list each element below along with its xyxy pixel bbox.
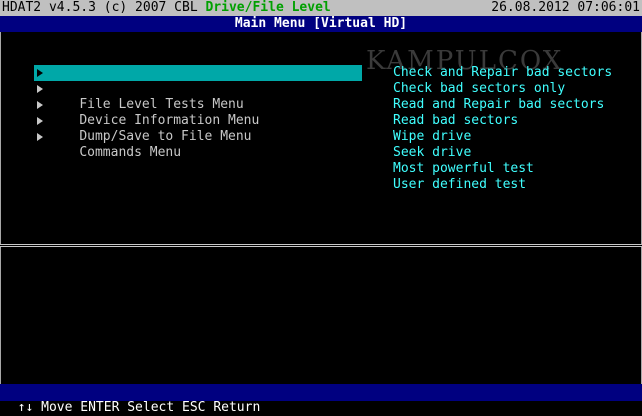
triangle-right-icon [37,117,43,125]
list-item: Most powerful test [393,161,534,176]
menu-title: Main Menu [Virtual HD] [234,16,408,31]
key-hints: ↑↓ Move ENTER Select ESC Return [17,400,261,415]
menu-item-dump-save[interactable]: Dump/Save to File Menu [34,113,362,144]
list-item: Read and Repair bad sectors [393,97,605,112]
triangle-right-icon [37,101,43,109]
list-item: User defined test [393,177,527,192]
menu-item-device-information[interactable]: Device Information Menu [34,97,362,128]
list-item: Seek drive [393,145,472,160]
title-bar: HDAT2 v4.5.3 (c) 2007 CBL Drive/File Lev… [0,0,642,16]
status-bar: ↑↓ Move ENTER Select ESC Return [0,384,642,415]
app-title: HDAT2 v4.5.3 (c) 2007 CBL Drive/File Lev… [2,0,331,16]
main-menu-list: Drive Level Tests Menu File Level Tests … [34,65,362,160]
datetime: 26.08.2012 07:06:01 [491,0,640,15]
mode-label: Drive/File Level [205,0,331,15]
app-version: HDAT2 v4.5.3 (c) 2007 CBL [2,0,206,15]
menu-item-label: Commands Menu [79,145,182,160]
triangle-right-icon [37,69,43,77]
triangle-right-icon [37,133,43,141]
menu-item-commands[interactable]: Commands Menu [34,129,362,160]
submenu-preview-list: Check and Repair bad sectors Check bad s… [393,65,612,193]
menu-item-file-level-tests[interactable]: File Level Tests Menu [34,81,362,112]
menu-item-drive-level-tests[interactable]: Drive Level Tests Menu [34,65,362,96]
list-item: Check bad sectors only [393,81,566,96]
info-panel [0,247,642,384]
list-item: Wipe drive [393,129,472,144]
list-item: Check and Repair bad sectors [393,65,613,80]
list-item: Read bad sectors [393,113,519,128]
menu-title-bar: Main Menu [Virtual HD] [0,16,642,32]
triangle-right-icon [37,85,43,93]
